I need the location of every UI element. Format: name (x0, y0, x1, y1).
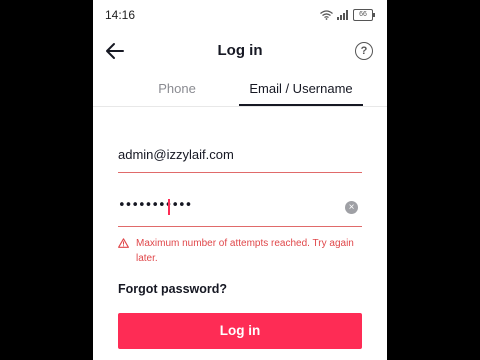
signal-icon (337, 10, 348, 20)
login-button[interactable]: Log in (118, 313, 362, 349)
tab-email-username[interactable]: Email / Username (239, 74, 363, 106)
status-icons: 66 (320, 9, 375, 21)
header: Log in ? (93, 34, 387, 68)
status-bar: 14:16 66 (93, 0, 387, 30)
login-screen: 14:16 66 Log in ? Phone Email / Username… (93, 0, 387, 360)
page-title: Log in (217, 42, 263, 59)
warning-icon (118, 238, 129, 248)
battery-icon: 66 (353, 9, 375, 21)
forgot-password-link[interactable]: Forgot password? (118, 282, 227, 296)
tab-phone[interactable]: Phone (145, 74, 209, 104)
password-field[interactable]: ••••••••••• × (118, 194, 362, 227)
help-icon[interactable]: ? (355, 42, 373, 60)
status-time: 14:16 (105, 8, 136, 22)
email-value: admin@izzylaif.com (118, 147, 234, 162)
error-text: Maximum number of attempts reached. Try … (136, 238, 354, 264)
wifi-icon (320, 10, 333, 20)
text-cursor (168, 199, 170, 215)
password-value: ••••••••••• (118, 198, 192, 213)
login-method-tabs: Phone Email / Username (93, 74, 387, 107)
email-field[interactable]: admin@izzylaif.com (118, 140, 362, 173)
clear-icon[interactable]: × (345, 201, 358, 214)
